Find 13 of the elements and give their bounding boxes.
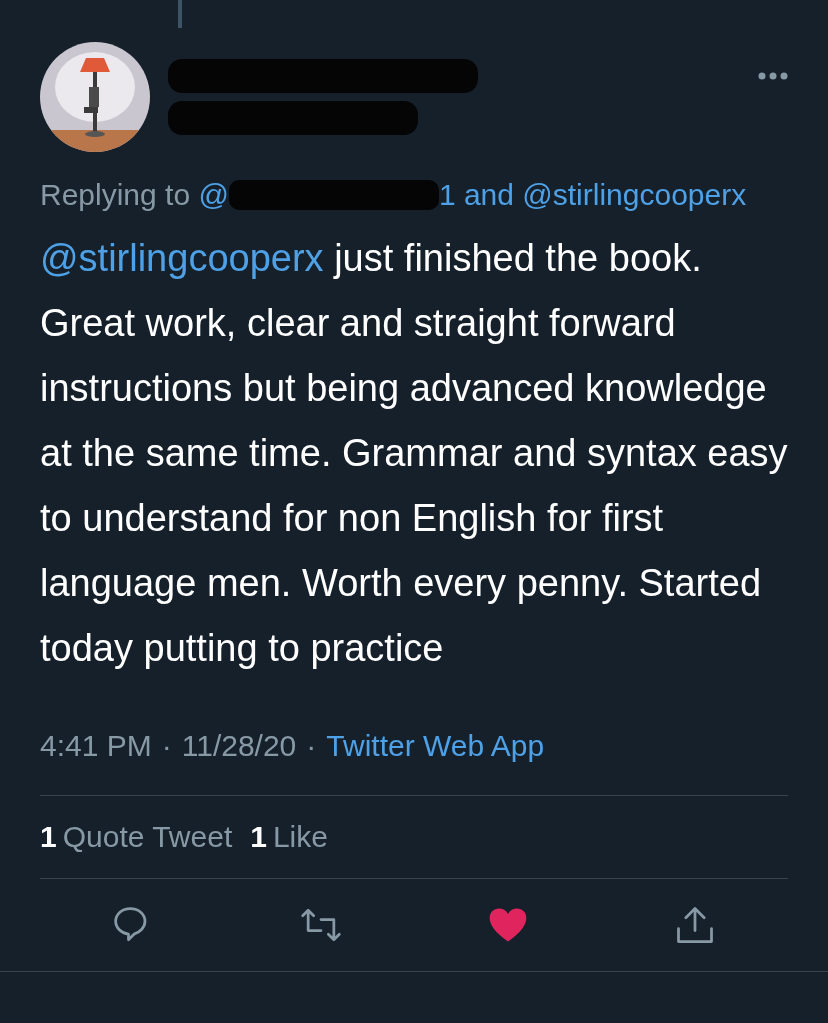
more-icon[interactable] (758, 72, 788, 80)
mention-link[interactable]: @ (198, 178, 229, 212)
tweet-date: 11/28/20 (181, 729, 297, 763)
tweet-text: @stirlingcooperx just finished the book. Great work, clear and straight forward instructions but being advanced knowledge at the same time. Grammar and syntax easy to understand for non English for first language men. Worth every penny. Started today putting to practice (39, 236, 789, 671)
separator: · (161, 729, 172, 763)
stat-link[interactable]: 1 Quote Tweet (40, 820, 233, 854)
mention-link[interactable]: @stirlingcooperx (40, 237, 324, 279)
separator: · (306, 729, 317, 763)
tweet-time: 4:41 PM (40, 729, 152, 763)
stat-link[interactable]: 1 Like (250, 820, 328, 854)
mention-link[interactable]: 1 and @stirlingcooperx (438, 178, 747, 212)
replying-label: Replying to (40, 178, 192, 212)
source-link[interactable]: Twitter Web App (326, 729, 545, 763)
